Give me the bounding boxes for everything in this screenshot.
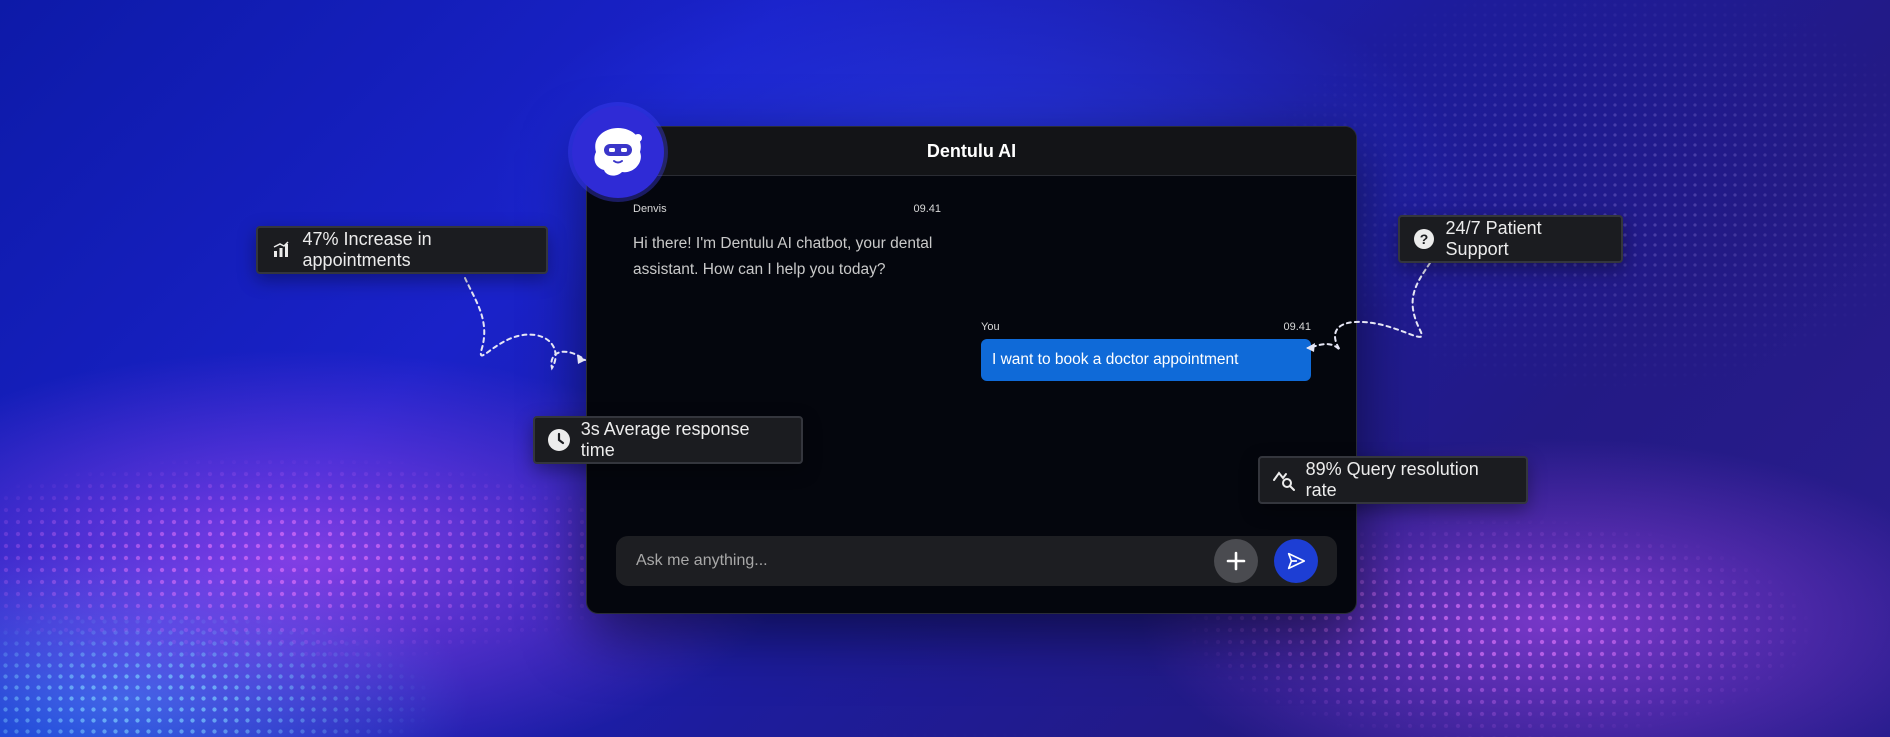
bot-message-time: 09.41: [913, 203, 941, 215]
chat-input-bar: [616, 536, 1337, 586]
stat-support-label: 24/7 Patient Support: [1445, 218, 1542, 259]
stat-appointments: 47% Increase in appointments: [256, 226, 548, 274]
bot-message-text: Hi there! I'm Dentulu AI chatbot, your d…: [633, 235, 933, 278]
stat-resolution-label: 89% Query resolution rate: [1305, 459, 1479, 500]
stat-appointments-label: 47% Increase in appointments: [302, 229, 432, 270]
chat-title: Dentulu AI: [926, 140, 1017, 161]
add-button[interactable]: [1214, 539, 1258, 583]
bot-message: Denvis 09.41 Hi there! I'm Dentulu AI ch…: [633, 203, 941, 283]
chart-search-icon: [1270, 466, 1298, 494]
user-sender-name: You: [981, 321, 1000, 333]
stat-resolution: 89% Query resolution rate: [1258, 456, 1528, 504]
stat-support: ? 24/7 Patient Support: [1398, 215, 1623, 263]
robot-mascot-icon: [572, 106, 664, 198]
bot-message-meta: Denvis 09.41: [633, 203, 941, 215]
plus-icon: [1226, 551, 1246, 571]
stat-response-time: 3s Average response time: [533, 416, 803, 464]
bot-sender-name: Denvis: [633, 203, 667, 215]
clock-icon: [545, 426, 573, 454]
user-message-time: 09.41: [1283, 321, 1311, 333]
chat-input[interactable]: [616, 551, 1214, 571]
send-button[interactable]: [1274, 539, 1318, 583]
user-message: You 09.41 I want to book a doctor appoin…: [981, 321, 1311, 381]
svg-text:?: ?: [1419, 231, 1428, 247]
user-message-meta: You 09.41: [981, 321, 1311, 333]
bar-chart-icon: [268, 236, 295, 264]
send-icon: [1287, 552, 1306, 570]
question-icon: ?: [1410, 225, 1438, 253]
chat-window: Dentulu AI Denvis 09.41 Hi there! I'm De…: [586, 126, 1357, 614]
stat-response-time-label: 3s Average response time: [580, 419, 750, 460]
chat-header: Dentulu AI: [587, 127, 1356, 176]
user-message-bubble: I want to book a doctor appointment: [981, 339, 1311, 381]
